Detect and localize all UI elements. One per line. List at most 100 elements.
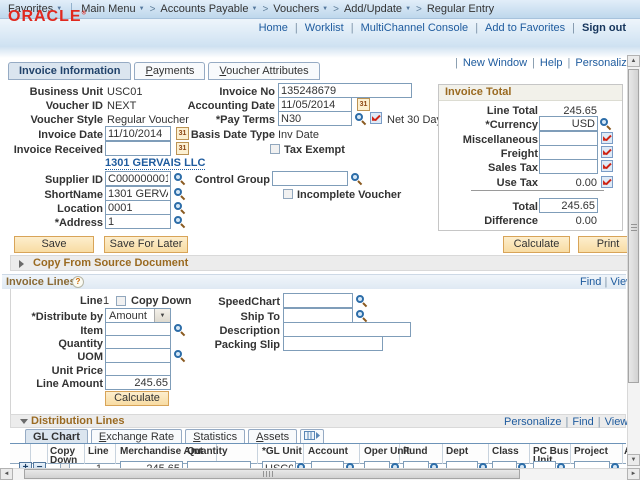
lookup-icon[interactable] — [351, 172, 363, 184]
lookup-icon[interactable] — [600, 117, 612, 129]
supplier-name-link[interactable]: 1301 GERVAIS LLC — [105, 157, 205, 170]
dropdown-arrow-icon: ▼ — [251, 6, 257, 12]
tab-invoice-information[interactable]: Invoice Information — [8, 62, 131, 80]
distribution-lines-section[interactable]: Distribution Lines Personalize | Find | … — [10, 414, 626, 428]
vertical-scroll-thumb[interactable] — [628, 69, 639, 383]
save-for-later-button[interactable]: Save For Later — [104, 236, 188, 253]
control-group-label: Control Group — [155, 174, 270, 186]
copy-down-checkbox[interactable] — [116, 296, 126, 306]
incomplete-voucher-checkbox[interactable] — [283, 189, 293, 199]
separator: | — [455, 57, 458, 69]
dropdown-arrow-icon: ▼ — [139, 6, 145, 12]
multichannel-console-link[interactable]: MultiChannel Console — [361, 22, 469, 34]
worklist-link[interactable]: Worklist — [305, 22, 344, 34]
transfer-icon[interactable] — [601, 146, 613, 158]
scroll-left-button[interactable]: ◄ — [0, 468, 13, 480]
invoice-no-label: Invoice No — [160, 86, 275, 98]
dropdown-arrow-icon: ▼ — [405, 6, 411, 12]
pay-terms-label: *Pay Terms — [160, 114, 275, 126]
invoice-lines-header: Invoice Lines Find | View All — [2, 274, 626, 289]
description-label: Description — [180, 325, 280, 337]
lookup-icon[interactable] — [174, 201, 186, 213]
breadcrumb-separator: > — [150, 4, 156, 15]
speedchart-input[interactable] — [283, 293, 353, 308]
use-tax-value: 0.00 — [539, 177, 597, 189]
invoice-lines-title: Invoice Lines — [6, 276, 76, 288]
total-label: Total — [441, 201, 538, 213]
total-input[interactable] — [539, 198, 598, 213]
control-group-input[interactable] — [272, 171, 348, 186]
tax-exempt-checkbox[interactable] — [270, 144, 280, 154]
new-window-link[interactable]: New Window — [463, 57, 527, 69]
shortname-input[interactable] — [105, 186, 171, 201]
sign-out-link[interactable]: Sign out — [582, 22, 626, 34]
lookup-icon[interactable] — [174, 187, 186, 199]
ship-to-input[interactable] — [283, 308, 353, 323]
difference-value: 0.00 — [539, 215, 597, 227]
find-link[interactable]: Find — [580, 276, 601, 288]
incomplete-voucher-label: Incomplete Voucher — [297, 189, 401, 201]
calendar-icon[interactable] — [357, 98, 370, 111]
pay-terms-input[interactable] — [278, 111, 352, 126]
main-menu[interactable]: Main Menu ▼ — [81, 3, 144, 15]
scroll-up-button[interactable]: ▲ — [627, 55, 640, 67]
packing-slip-input[interactable] — [283, 336, 383, 351]
breadcrumb-vouchers[interactable]: Vouchers ▼ — [273, 3, 328, 15]
transfer-icon[interactable] — [601, 132, 613, 144]
sales-tax-label: Sales Tax — [441, 162, 538, 174]
address-input[interactable] — [105, 214, 171, 229]
column-header-gl-unit: *GL Unit — [262, 447, 302, 456]
transfer-icon[interactable] — [601, 160, 613, 172]
column-header-dept: Dept — [446, 447, 468, 456]
currency-input[interactable] — [539, 116, 598, 131]
separator: | — [475, 22, 478, 34]
scroll-grip — [631, 222, 637, 231]
help-link[interactable]: Help — [540, 57, 563, 69]
sales-tax-input[interactable] — [539, 159, 598, 174]
line-calculate-button[interactable]: Calculate — [105, 391, 169, 406]
address-label: *Address — [0, 217, 103, 229]
horizontal-scroll-thumb[interactable] — [24, 469, 520, 479]
lookup-icon[interactable] — [174, 215, 186, 227]
lookup-icon[interactable] — [356, 309, 368, 321]
help-icon[interactable] — [72, 276, 84, 288]
transfer-icon[interactable] — [601, 176, 613, 188]
separator: | — [532, 57, 535, 69]
invoice-received-input[interactable] — [105, 141, 171, 156]
invoice-no-input[interactable] — [278, 83, 412, 98]
uom-input[interactable] — [105, 348, 171, 363]
find-link[interactable]: Find — [572, 416, 593, 428]
personalize-link[interactable]: Personalize — [504, 416, 561, 428]
distribute-by-value: Amount — [109, 310, 147, 322]
location-label: Location — [0, 203, 103, 215]
lookup-icon[interactable] — [355, 112, 367, 124]
page-utility-bar: | New Window | Help | Personalize Page | — [455, 57, 640, 69]
save-button[interactable]: Save — [14, 236, 94, 253]
home-link[interactable]: Home — [259, 22, 288, 34]
accounting-date-input[interactable] — [278, 97, 352, 112]
breadcrumb-label: Add/Update — [344, 3, 402, 15]
scroll-down-button[interactable]: ▼ — [627, 454, 640, 466]
tab-payments[interactable]: Payments — [134, 62, 205, 80]
lookup-icon[interactable] — [356, 294, 368, 306]
main-menu-label: Main Menu — [81, 3, 135, 15]
location-input[interactable] — [105, 200, 171, 215]
freight-input[interactable] — [539, 145, 598, 160]
description-input[interactable] — [283, 322, 411, 337]
column-header-fund: Fund — [403, 447, 427, 456]
line-amount-input[interactable] — [105, 375, 171, 390]
calculate-button[interactable]: Calculate — [503, 236, 570, 253]
expand-arrow-icon — [19, 260, 24, 268]
add-to-favorites-link[interactable]: Add to Favorites — [485, 22, 565, 34]
miscellaneous-input[interactable] — [539, 131, 598, 146]
breadcrumb-add-update[interactable]: Add/Update ▼ — [344, 3, 411, 15]
breadcrumb-accounts-payable[interactable]: Accounts Payable ▼ — [160, 3, 257, 15]
transfer-icon[interactable] — [370, 112, 382, 124]
grid-column-divider — [488, 444, 489, 464]
separator: | — [604, 276, 607, 288]
calendar-icon[interactable] — [176, 142, 189, 155]
copy-from-source-section[interactable]: Copy From Source Document — [10, 255, 628, 271]
tab-voucher-attributes[interactable]: Voucher Attributes — [208, 62, 319, 80]
scroll-right-button[interactable]: ► — [627, 468, 640, 480]
column-header-class: Class — [492, 447, 519, 456]
